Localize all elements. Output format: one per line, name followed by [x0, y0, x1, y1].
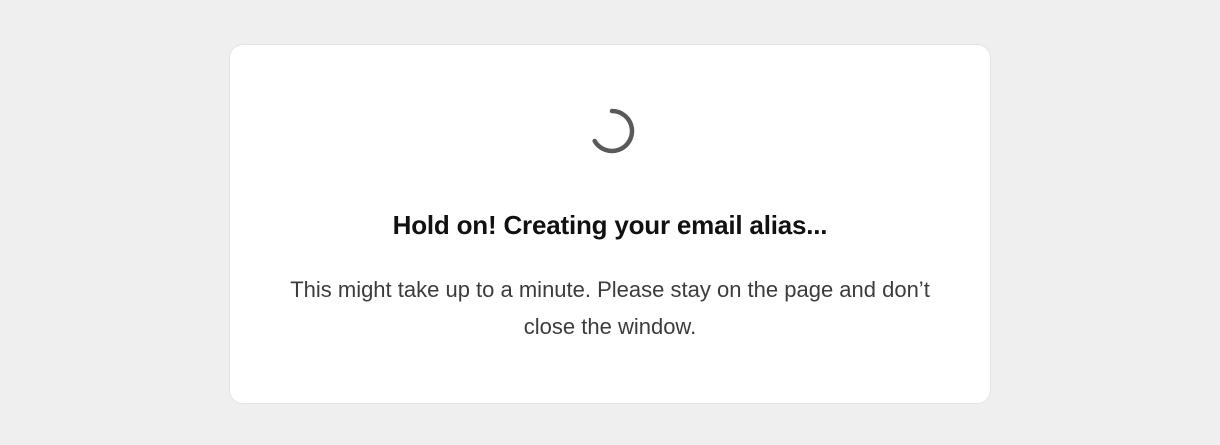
loading-heading: Hold on! Creating your email alias...	[392, 210, 828, 240]
loading-message: This might take up to a minute. Please s…	[290, 277, 930, 339]
spinner-arc	[592, 108, 635, 154]
loading-card: Hold on! Creating your email alias... Th…	[229, 44, 991, 404]
loading-spinner-icon	[588, 107, 636, 155]
